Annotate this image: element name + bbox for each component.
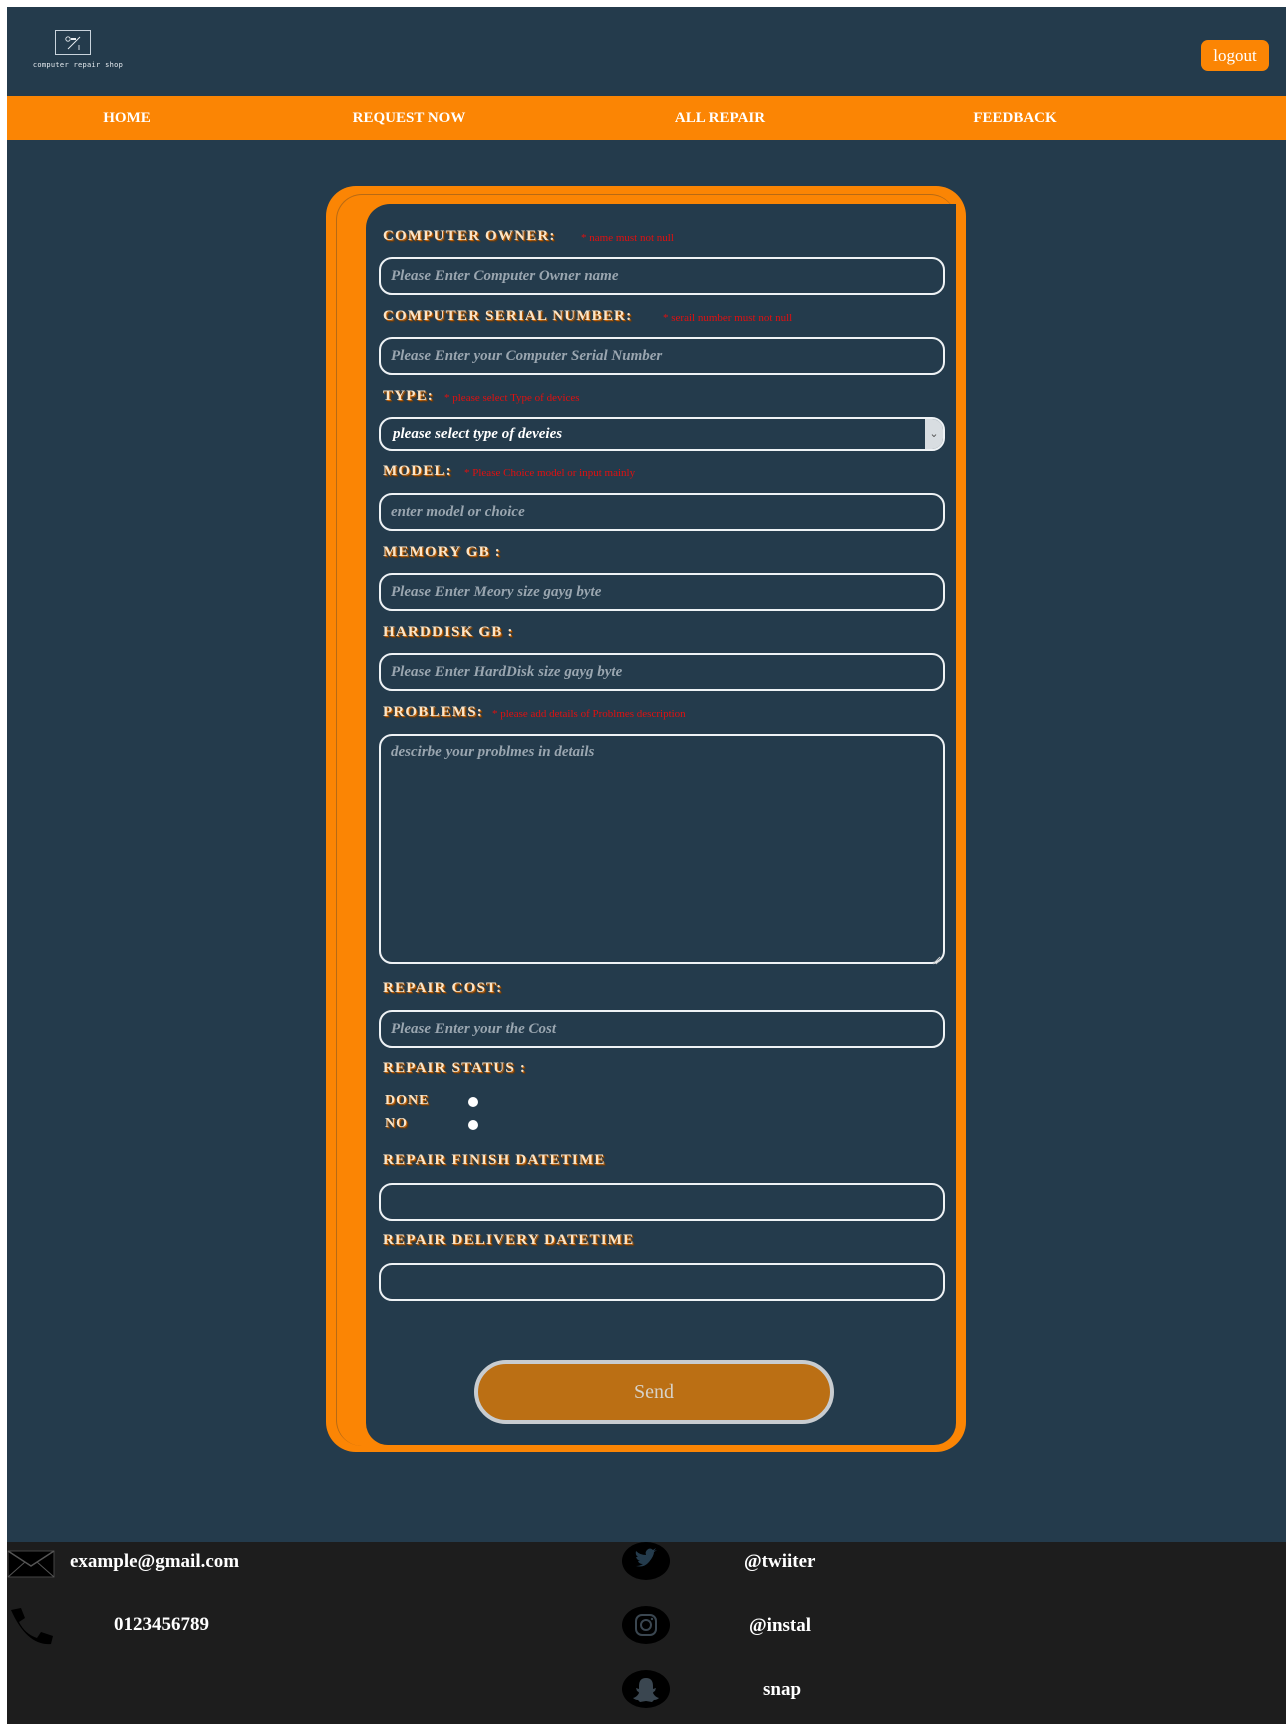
harddisk-label: HARDDISK GB : xyxy=(383,624,514,640)
phone-icon xyxy=(7,1606,57,1651)
type-label: TYPE: xyxy=(383,388,434,404)
memory-input[interactable] xyxy=(379,573,945,611)
status-no-label: NO xyxy=(385,1116,408,1131)
serial-label: COMPUTER SERIAL NUMBER: xyxy=(383,308,633,324)
status-done-radio[interactable] xyxy=(468,1097,478,1107)
owner-label: COMPUTER OWNER: xyxy=(383,228,556,244)
status-label: REPAIR STATUS : xyxy=(383,1060,527,1076)
footer-snapchat[interactable]: snap xyxy=(763,1679,801,1701)
nav-feedback[interactable]: FEEDBACK xyxy=(955,96,1075,140)
footer: example@gmail.com 0123456789 @twiiter @i… xyxy=(7,1542,1286,1724)
problems-textarea[interactable] xyxy=(379,734,945,964)
nav-request-now[interactable]: REQUEST NOW xyxy=(329,96,489,140)
cost-input[interactable] xyxy=(379,1010,945,1048)
delivery-datetime-input[interactable] xyxy=(379,1263,945,1301)
mail-icon xyxy=(7,1550,55,1583)
chevron-down-icon: ⌄ xyxy=(925,419,943,449)
model-label: MODEL: xyxy=(383,463,452,479)
status-no-radio[interactable] xyxy=(468,1120,478,1130)
model-input[interactable] xyxy=(379,493,945,531)
owner-input[interactable] xyxy=(379,257,945,295)
footer-phone[interactable]: 0123456789 xyxy=(114,1614,209,1636)
footer-twitter[interactable]: @twiiter xyxy=(744,1551,815,1573)
harddisk-input[interactable] xyxy=(379,653,945,691)
twitter-icon[interactable] xyxy=(622,1542,670,1580)
problems-label: PROBLEMS: xyxy=(383,704,483,720)
owner-required-note: * name must not null xyxy=(581,232,674,244)
problems-required-note: * please add details of Problmes descrip… xyxy=(492,708,686,720)
delivery-datetime-label: REPAIR DELIVERY DATETIME xyxy=(383,1232,635,1248)
header: computer repair shop logout xyxy=(7,7,1286,96)
type-select[interactable]: please select type of deveies ⌄ xyxy=(379,417,945,451)
cost-label: REPAIR COST: xyxy=(383,980,503,996)
type-select-value: please select type of deveies xyxy=(393,426,563,442)
main-nav: HOME REQUEST NOW ALL REPAIR FEEDBACK xyxy=(7,96,1286,140)
repair-form: COMPUTER OWNER: * name must not null COM… xyxy=(366,204,956,1445)
resize-handle-icon[interactable] xyxy=(931,952,941,965)
type-required-note: * please select Type of devices xyxy=(444,392,580,404)
footer-instagram[interactable]: @instal xyxy=(749,1615,811,1637)
finish-datetime-input[interactable] xyxy=(379,1183,945,1221)
logo-text: computer repair shop xyxy=(32,61,124,69)
model-required-note: * Please Choice model or input mainly xyxy=(464,467,636,479)
logo-icon xyxy=(55,30,91,55)
repair-form-card: COMPUTER OWNER: * name must not null COM… xyxy=(326,186,966,1452)
shop-logo[interactable]: computer repair shop xyxy=(23,30,133,74)
footer-email[interactable]: example@gmail.com xyxy=(70,1551,239,1573)
logout-button[interactable]: logout xyxy=(1201,40,1269,71)
send-button[interactable]: Send xyxy=(474,1360,834,1424)
snapchat-icon[interactable] xyxy=(622,1670,670,1708)
finish-datetime-label: REPAIR FINISH DATETIME xyxy=(383,1152,606,1168)
nav-all-repair[interactable]: ALL REPAIR xyxy=(655,96,785,140)
nav-home[interactable]: HOME xyxy=(67,96,187,140)
page: computer repair shop logout HOME REQUEST… xyxy=(7,7,1286,1724)
serial-required-note: * serail number must not null xyxy=(663,312,793,324)
serial-input[interactable] xyxy=(379,337,945,375)
memory-label: MEMORY GB : xyxy=(383,544,501,560)
status-done-label: DONE xyxy=(385,1093,430,1108)
instagram-icon[interactable] xyxy=(622,1606,670,1644)
